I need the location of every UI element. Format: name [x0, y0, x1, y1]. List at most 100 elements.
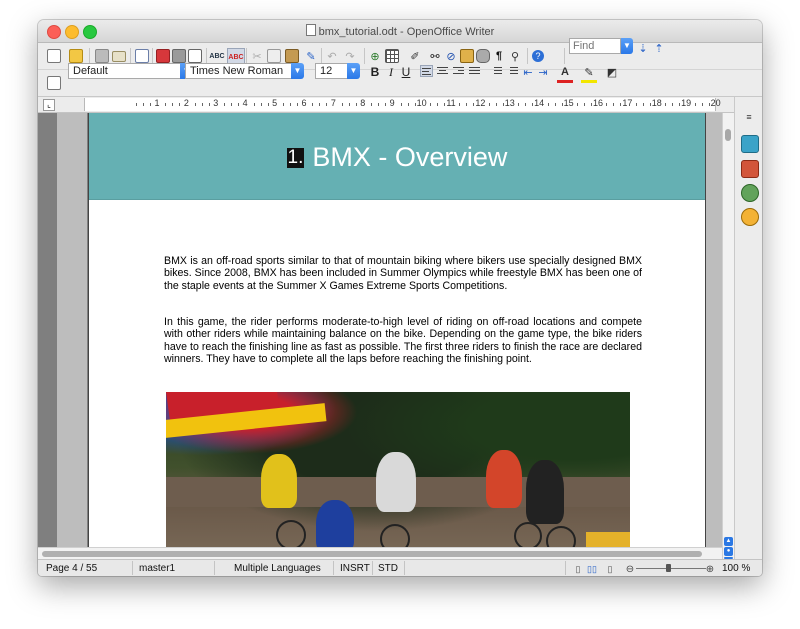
hyperlink-icon[interactable]: ⊕	[367, 48, 383, 64]
book-view-icon[interactable]: ▯	[602, 561, 618, 576]
chapter-heading[interactable]: 1. BMX - Overview	[89, 142, 705, 173]
draw-icon[interactable]: ✐	[407, 48, 423, 64]
align-right-icon[interactable]	[452, 65, 465, 77]
align-left-icon[interactable]	[420, 65, 433, 77]
ruler-tick	[290, 103, 291, 106]
sidebar-menu-icon[interactable]: ≡	[741, 109, 757, 125]
zoom-in-icon[interactable]: ⊕	[702, 561, 718, 576]
undo-icon[interactable]: ↶	[324, 48, 340, 64]
numbering-icon[interactable]	[490, 65, 503, 77]
font-color-icon[interactable]: A	[557, 64, 573, 83]
ruler-tick	[312, 103, 314, 106]
print-icon[interactable]	[171, 48, 187, 64]
ruler-label: 18	[651, 98, 662, 108]
save-icon[interactable]	[94, 48, 110, 64]
document-area[interactable]: 1. BMX - Overview BMX is an off-road spor…	[38, 113, 722, 559]
navigation-icon[interactable]: ●	[724, 547, 733, 556]
font-size-combo[interactable]: 12	[315, 63, 349, 79]
ruler-tick	[488, 103, 490, 106]
bullets-icon[interactable]	[506, 65, 519, 77]
decrease-indent-icon[interactable]: ⇤	[520, 64, 536, 80]
horizontal-scroll-thumb[interactable]	[42, 551, 702, 557]
find-dropdown-button[interactable]: ▼	[621, 38, 633, 54]
language-indicator[interactable]: Multiple Languages	[234, 563, 321, 574]
page-style[interactable]: master1	[139, 563, 175, 574]
ruler-label: 14	[534, 98, 545, 108]
email-icon[interactable]	[111, 48, 127, 64]
gallery-sidebar-icon[interactable]	[741, 184, 759, 202]
ruler-tick	[371, 103, 373, 106]
data-sources-icon[interactable]	[475, 48, 491, 64]
paste-icon[interactable]	[284, 48, 300, 64]
ruler-tick	[665, 103, 667, 106]
zoom-icon[interactable]: ⚲	[507, 48, 523, 64]
document-page[interactable]: 1. BMX - Overview BMX is an off-road spor…	[88, 113, 706, 559]
ruler-tick	[231, 103, 233, 106]
ruler-label: 16	[592, 98, 604, 108]
open-folder-icon[interactable]	[68, 48, 84, 64]
bmx-race-photo[interactable]	[166, 392, 630, 559]
ruler-tick	[649, 103, 651, 106]
selection-mode-indicator[interactable]: STD	[378, 563, 398, 574]
justify-icon[interactable]	[468, 65, 481, 77]
paragraph-1[interactable]: BMX is an off-road sports similar to tha…	[164, 255, 642, 292]
new-document-icon[interactable]	[46, 48, 62, 64]
status-bar: Page 4 / 55 master1 Multiple Languages I…	[38, 559, 762, 576]
print-preview-icon[interactable]	[187, 48, 203, 64]
ruler-tick	[143, 103, 144, 106]
ruler-tick	[495, 103, 497, 106]
zoom-slider[interactable]	[636, 568, 706, 569]
edit-mode-icon[interactable]	[134, 48, 150, 64]
italic-button[interactable]: I	[384, 65, 398, 79]
find-replace-icon[interactable]: ⚯	[427, 48, 443, 64]
ruler-tick	[355, 103, 357, 106]
spellcheck-icon[interactable]: ABC	[209, 48, 225, 64]
align-center-icon[interactable]	[436, 65, 449, 77]
ruler-tick	[561, 103, 563, 106]
ruler-tick	[179, 103, 181, 106]
insert-mode-indicator[interactable]: INSRT	[340, 563, 370, 574]
vertical-scroll-thumb[interactable]	[725, 129, 731, 141]
highlighting-icon[interactable]: ✎	[581, 64, 597, 83]
tab-stop-selector[interactable]: ⌞	[43, 99, 55, 111]
paragraph-style-combo[interactable]: Default	[68, 63, 181, 79]
font-name-combo[interactable]: Times New Roman	[185, 63, 293, 79]
navigator-icon[interactable]: ⊘	[443, 48, 459, 64]
clone-format-icon[interactable]: ✎	[303, 48, 319, 64]
zoom-level[interactable]: 100 %	[722, 563, 750, 574]
horizontal-ruler[interactable]: 1 2 3 4 5 6 7 8 9 10 11 12 13 14 15 16 17 18 19 20	[84, 98, 721, 111]
font-name-dropdown[interactable]: ▼	[291, 63, 304, 79]
export-pdf-icon[interactable]	[155, 48, 171, 64]
table-icon[interactable]	[384, 48, 400, 64]
increase-indent-icon[interactable]: ⇥	[535, 64, 551, 80]
multi-page-view-icon[interactable]: ▯▯	[584, 561, 600, 576]
copy-icon[interactable]	[266, 48, 282, 64]
cut-icon[interactable]: ✂	[249, 48, 265, 64]
zoom-slider-thumb[interactable]	[666, 564, 671, 572]
find-previous-icon[interactable]: ⇡	[651, 40, 667, 56]
properties-icon[interactable]	[741, 135, 759, 153]
help-icon[interactable]: ?	[530, 48, 546, 64]
bold-button[interactable]: B	[368, 65, 382, 79]
redo-icon[interactable]: ↷	[342, 48, 358, 64]
ruler-tick	[348, 103, 350, 106]
font-size-dropdown[interactable]: ▼	[347, 63, 360, 79]
ruler-tick	[466, 103, 468, 106]
previous-page-icon[interactable]: ▲	[724, 537, 733, 546]
ruler-tick	[150, 103, 151, 106]
navigator-sidebar-icon[interactable]	[741, 208, 759, 226]
page-indicator[interactable]: Page 4 / 55	[46, 563, 97, 574]
ruler-label: 1	[154, 98, 160, 108]
gallery-icon[interactable]	[459, 48, 475, 64]
ruler-tick	[502, 103, 504, 106]
formatting-marks-icon[interactable]: ¶	[491, 48, 507, 64]
styles-formatting-icon[interactable]	[46, 75, 62, 91]
underline-button[interactable]: U	[399, 65, 413, 79]
paragraph-2[interactable]: In this game, the rider performs moderat…	[164, 316, 642, 366]
vertical-scrollbar[interactable]: ▲ ●	[722, 113, 734, 559]
ruler-tick	[679, 103, 681, 106]
styles-icon[interactable]	[741, 160, 759, 178]
find-next-icon[interactable]: ⇣	[635, 40, 651, 56]
background-color-icon[interactable]: ◩	[604, 64, 620, 80]
find-input[interactable]	[569, 38, 621, 54]
